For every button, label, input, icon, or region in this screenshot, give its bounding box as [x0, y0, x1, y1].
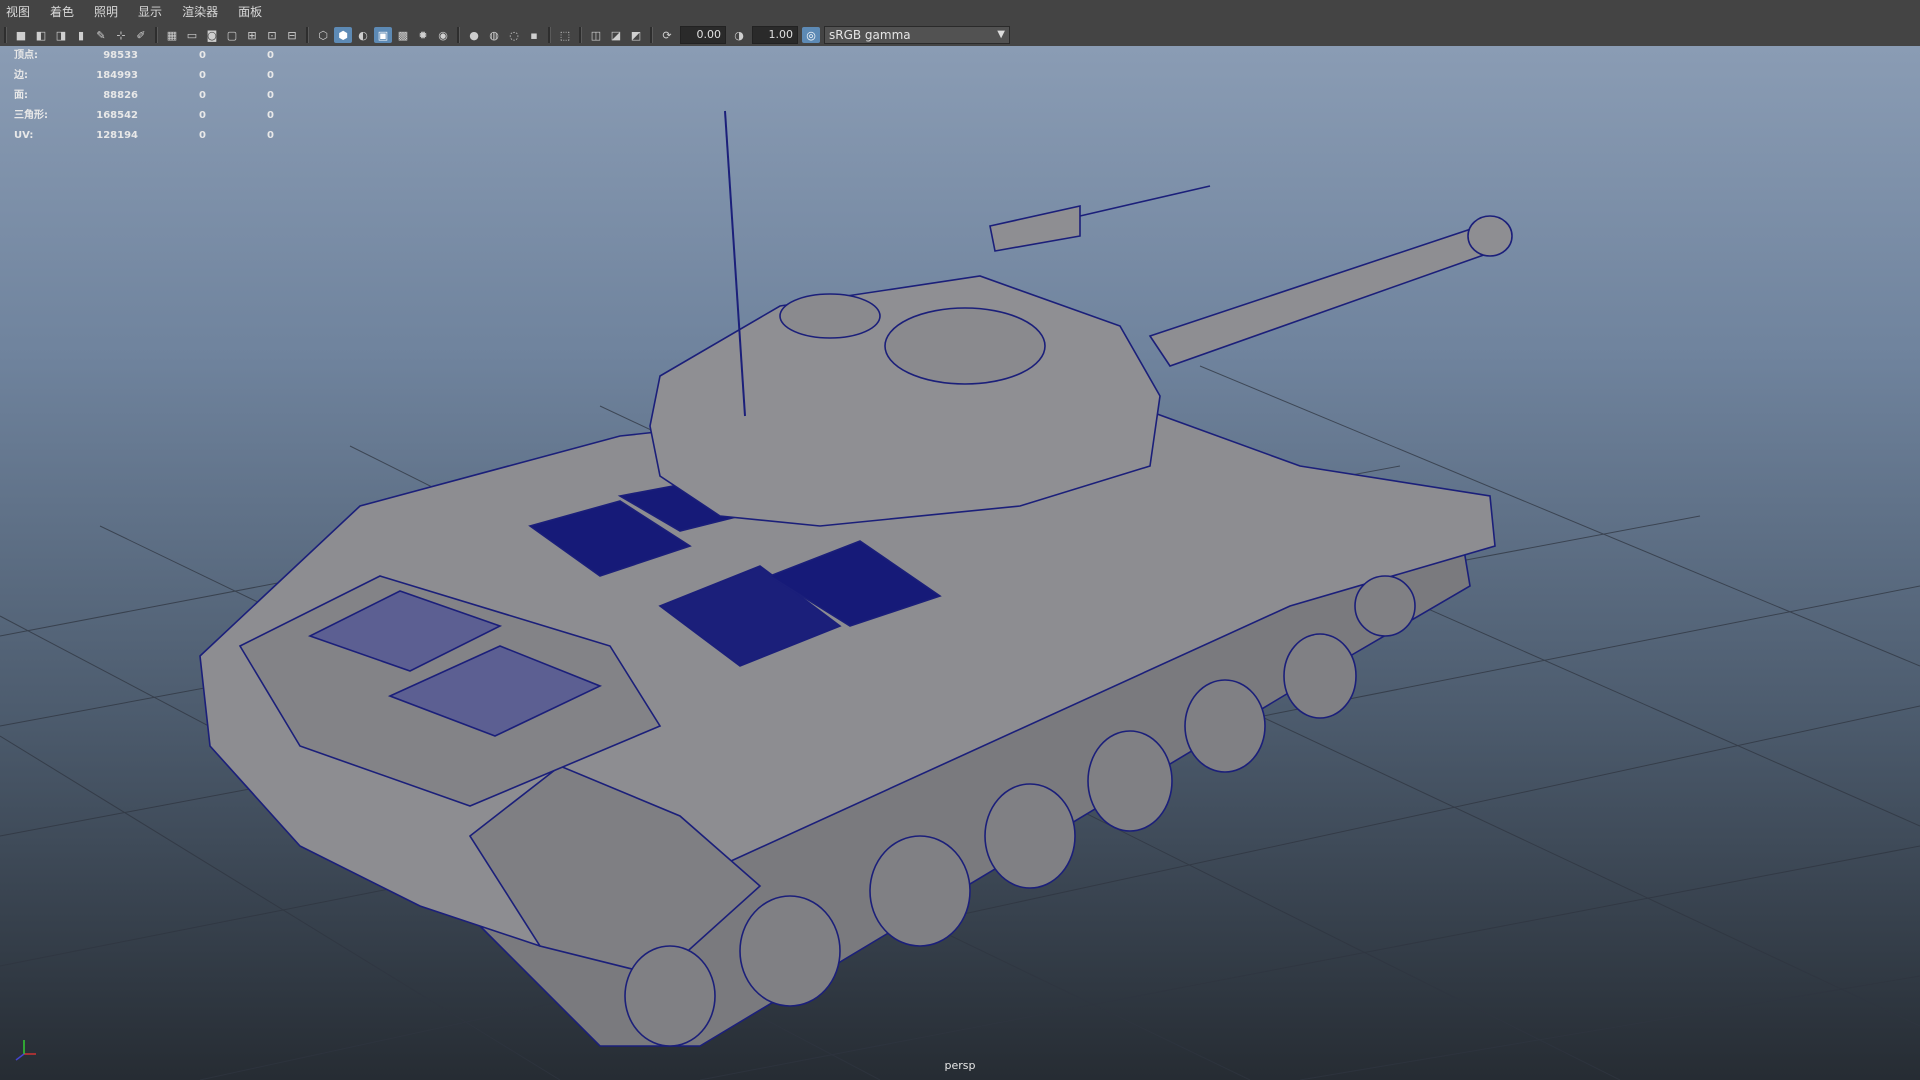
- separator: [306, 27, 309, 43]
- safe-action-icon[interactable]: ⊡: [263, 27, 281, 43]
- resolution-gate-icon[interactable]: ◙: [203, 27, 221, 43]
- xray-components-icon[interactable]: ◩: [627, 27, 645, 43]
- motion-blur-icon[interactable]: ◍: [485, 27, 503, 43]
- menu-panels[interactable]: 面板: [228, 0, 272, 24]
- image-plane-icon[interactable]: ✎: [92, 27, 110, 43]
- menu-lighting[interactable]: 照明: [84, 0, 128, 24]
- poly-count-hud: 顶点: 98533 0 0 边: 184993 0 0 面: 88826 0 0…: [14, 46, 274, 146]
- bookmark-icon[interactable]: ▮: [72, 27, 90, 43]
- grid-icon[interactable]: ▦: [163, 27, 181, 43]
- commander-cupola: [884, 307, 1046, 385]
- menu-renderer[interactable]: 渲染器: [172, 0, 228, 24]
- chevron-down-icon: ▼: [997, 29, 1005, 40]
- axis-gizmo-icon: [15, 1040, 36, 1061]
- hud-row-uvs: UV: 128194 0 0: [14, 130, 274, 141]
- panel-toolbar: ■ ◧ ◨ ▮ ✎ ⊹ ✐ ▦ ▭ ◙ ▢ ⊞ ⊡ ⊟ ⬡ ⬢ ◐ ▣ ▩ ✹ …: [0, 24, 1920, 47]
- gate-mask-icon[interactable]: ▢: [223, 27, 241, 43]
- exposure-icon[interactable]: ⟳: [658, 27, 676, 43]
- ambient-occlusion-icon[interactable]: ●: [465, 27, 483, 43]
- lights-icon[interactable]: ✹: [414, 27, 432, 43]
- menu-shading[interactable]: 着色: [40, 0, 84, 24]
- camera-attributes-icon[interactable]: ◧: [32, 27, 50, 43]
- machine-gun: [989, 205, 1081, 252]
- smooth-shade-icon[interactable]: ⬢: [334, 27, 352, 43]
- isolate-icon[interactable]: ⬚: [556, 27, 574, 43]
- loader-hatch: [779, 293, 881, 339]
- camera-name-label: persp: [944, 1059, 976, 1072]
- separator: [650, 27, 653, 43]
- scene: [0, 110, 1920, 1080]
- default-material-icon[interactable]: ◐: [354, 27, 372, 43]
- wireframe-icon[interactable]: ⬡: [314, 27, 332, 43]
- grease-pencil-icon[interactable]: ✐: [132, 27, 150, 43]
- hud-row-vertices: 顶点: 98533 0 0: [14, 50, 274, 61]
- depth-of-field-icon[interactable]: ▪: [525, 27, 543, 43]
- separator: [155, 27, 158, 43]
- tank-model: [199, 110, 1513, 1047]
- muzzle-brake: [1467, 215, 1513, 257]
- hud-row-edges: 边: 184993 0 0: [14, 70, 274, 81]
- exposure-field[interactable]: 0.00: [680, 26, 726, 44]
- hud-row-triangles: 三角形: 168542 0 0: [14, 110, 274, 121]
- gamma-field[interactable]: 1.00: [752, 26, 798, 44]
- colorspace-dropdown[interactable]: sRGB gamma ▼: [824, 26, 1010, 44]
- menu-show[interactable]: 显示: [128, 0, 172, 24]
- separator: [4, 27, 7, 43]
- menu-view[interactable]: 视图: [0, 0, 40, 24]
- xray-joints-icon[interactable]: ◪: [607, 27, 625, 43]
- menubar: 视图 着色 照明 显示 渲染器 面板: [0, 0, 1920, 24]
- shadows-icon[interactable]: ◉: [434, 27, 452, 43]
- film-gate-icon[interactable]: ▭: [183, 27, 201, 43]
- antialiasing-icon[interactable]: ◌: [505, 27, 523, 43]
- twod-pan-icon[interactable]: ⊹: [112, 27, 130, 43]
- mg-barrel: [1079, 185, 1211, 217]
- wireframe-on-shaded-icon[interactable]: ▣: [374, 27, 392, 43]
- colorspace-icon[interactable]: ◎: [802, 27, 820, 43]
- separator: [457, 27, 460, 43]
- textured-icon[interactable]: ▩: [394, 27, 412, 43]
- xray-icon[interactable]: ◫: [587, 27, 605, 43]
- safe-title-icon[interactable]: ⊟: [283, 27, 301, 43]
- main-gun: [1148, 225, 1497, 367]
- hud-row-faces: 面: 88826 0 0: [14, 90, 274, 101]
- camera-bookmark-icon[interactable]: ◨: [52, 27, 70, 43]
- colorspace-value: sRGB gamma: [829, 28, 911, 42]
- select-camera-icon[interactable]: ■: [12, 27, 30, 43]
- viewport-3d[interactable]: 顶点: 98533 0 0 边: 184993 0 0 面: 88826 0 0…: [0, 46, 1920, 1080]
- field-chart-icon[interactable]: ⊞: [243, 27, 261, 43]
- gamma-icon[interactable]: ◑: [730, 27, 748, 43]
- separator: [579, 27, 582, 43]
- separator: [548, 27, 551, 43]
